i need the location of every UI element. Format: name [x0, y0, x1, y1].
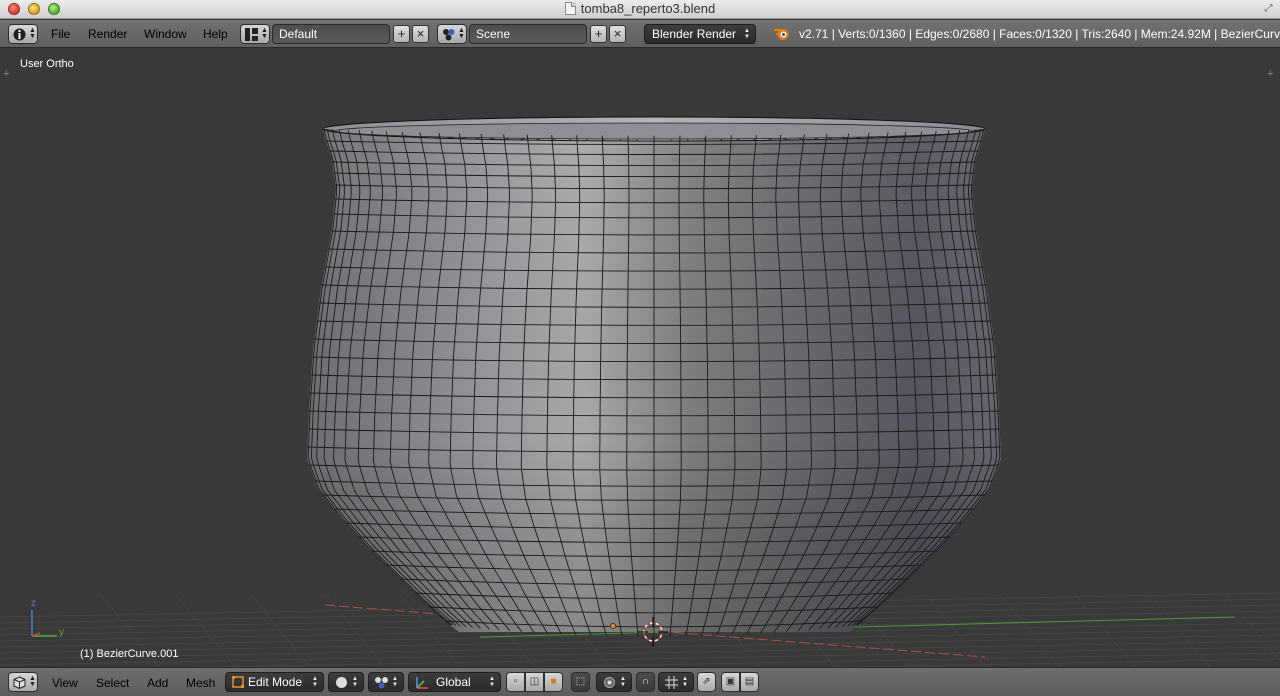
view-label: User Ortho [20, 58, 74, 70]
chevron-updown-icon: ▲ ▼ [312, 676, 318, 688]
menu-add[interactable]: Add [147, 676, 168, 690]
editor-type-button[interactable]: ▲ ▼ [8, 24, 38, 44]
view3d-header: ▲ ▼ View Select Add Mesh Edit Mode ▲ ▼ ▲ ▼ … [0, 667, 1280, 696]
snap-grid-icon [665, 676, 678, 689]
axis-gizmo [31, 610, 57, 637]
blender-window: tomba8_reperto3.blend ⤢ ▲ ▼ File Render W… [0, 0, 1280, 696]
chevron-updown-icon: ▲ ▼ [744, 28, 750, 40]
screen-layout-icon [245, 27, 258, 41]
remove-screen-button[interactable]: × [412, 25, 429, 43]
chevron-updown-icon: ▲ ▼ [682, 676, 688, 688]
menu-help[interactable]: Help [203, 27, 228, 41]
menu-view[interactable]: View [52, 676, 78, 690]
chevron-updown-icon: ▲ ▼ [392, 676, 398, 688]
editor-type-view3d-button[interactable]: ▲ ▼ [8, 672, 38, 692]
chevron-updown-icon: ▲ ▼ [489, 676, 495, 688]
viewport-shading-dropdown[interactable]: ▲ ▼ [328, 672, 364, 692]
menu-select[interactable]: Select [96, 676, 129, 690]
blender-logo-icon [774, 29, 789, 40]
orientation-label: Global [436, 675, 471, 689]
menu-window[interactable]: Window [144, 27, 187, 41]
snap-toggle-button[interactable]: ∩ [636, 672, 655, 692]
vase-mesh[interactable] [307, 116, 1001, 637]
mode-label: Edit Mode [248, 675, 303, 689]
limit-selection-button[interactable]: ⬚ [571, 672, 590, 692]
screen-layout-selector[interactable]: ▲ ▼ [240, 24, 270, 44]
window-title-wrap: tomba8_reperto3.blend [0, 1, 1280, 16]
scene-field[interactable]: Scene [469, 24, 587, 44]
add-scene-button[interactable]: + [590, 25, 607, 43]
render-engine-label: Blender Render [652, 27, 737, 41]
remove-scene-button[interactable]: × [609, 25, 626, 43]
edge-select-button[interactable]: ◫ [525, 672, 544, 692]
window-titlebar: tomba8_reperto3.blend ⤢ [0, 0, 1280, 19]
3d-viewport[interactable]: z y User Ortho (1) BezierCurve.001 + + [0, 49, 1280, 667]
proportional-edit-icon [604, 677, 615, 688]
transform-orientation-dropdown[interactable]: Global ▲ ▼ [408, 672, 501, 692]
render-engine-dropdown[interactable]: Blender Render ▲ ▼ [644, 24, 756, 44]
render-animation-button[interactable]: ▤ [740, 672, 759, 692]
opengl-render-button[interactable]: ⇗ [697, 672, 716, 692]
chevron-updown-icon: ▲ ▼ [352, 676, 358, 688]
info-header: ▲ ▼ File Render Window Help ▲ ▼ Default + … [0, 20, 1280, 48]
active-object-label: (1) BezierCurve.001 [80, 648, 179, 660]
scene-selector[interactable]: ▲ ▼ [437, 24, 467, 44]
menu-mesh[interactable]: Mesh [186, 676, 215, 690]
add-screen-button[interactable]: + [393, 25, 410, 43]
pivot-icon [375, 677, 388, 689]
object-origin-point [610, 623, 616, 629]
pivot-point-dropdown[interactable]: ▲ ▼ [368, 672, 404, 692]
chevron-updown-icon: ▲ ▼ [29, 27, 36, 40]
region-expand-left-icon[interactable]: + [3, 69, 9, 80]
chevron-updown-icon: ▲ ▼ [620, 676, 626, 688]
solid-shading-icon [336, 677, 347, 688]
region-expand-right-icon[interactable]: + [1267, 69, 1273, 80]
menu-render[interactable]: Render [88, 27, 127, 41]
snap-element-dropdown[interactable]: ▲ ▼ [658, 672, 694, 692]
chevron-updown-icon: ▲ ▼ [261, 27, 268, 40]
grid-line [0, 640, 1280, 666]
proportional-editing-dropdown[interactable]: ▲ ▼ [596, 672, 632, 692]
mode-dropdown[interactable]: Edit Mode ▲ ▼ [225, 672, 324, 692]
face-select-button[interactable]: ■ [544, 672, 563, 692]
grid-line [826, 658, 1280, 667]
edit-mode-icon [232, 676, 244, 688]
info-icon [13, 28, 26, 40]
fullscreen-icon[interactable]: ⤢ [1263, 3, 1274, 14]
render-still-button[interactable]: ▣ [721, 672, 740, 692]
chevron-updown-icon: ▲ ▼ [29, 675, 36, 688]
chevron-updown-icon: ▲ ▼ [458, 27, 465, 40]
grid-line [324, 593, 386, 667]
manipulator-icon [416, 677, 428, 689]
cube-editor-icon [13, 675, 26, 689]
vertex-select-button[interactable]: ▫ [506, 672, 525, 692]
grid-line [999, 593, 1061, 667]
viewport-canvas[interactable]: z y [0, 49, 1280, 667]
document-icon [564, 2, 576, 15]
screen-layout-field[interactable]: Default [272, 24, 390, 44]
scene-icon [443, 28, 455, 40]
menu-file[interactable]: File [51, 27, 70, 41]
axis-y-label: y [59, 627, 64, 638]
grid-line [0, 634, 1280, 660]
window-title: tomba8_reperto3.blend [580, 1, 716, 16]
axis-z-label: z [31, 598, 36, 609]
scene-statistics: v2.71 | Verts:0/1360 | Edges:0/2680 | Fa… [799, 27, 1280, 41]
